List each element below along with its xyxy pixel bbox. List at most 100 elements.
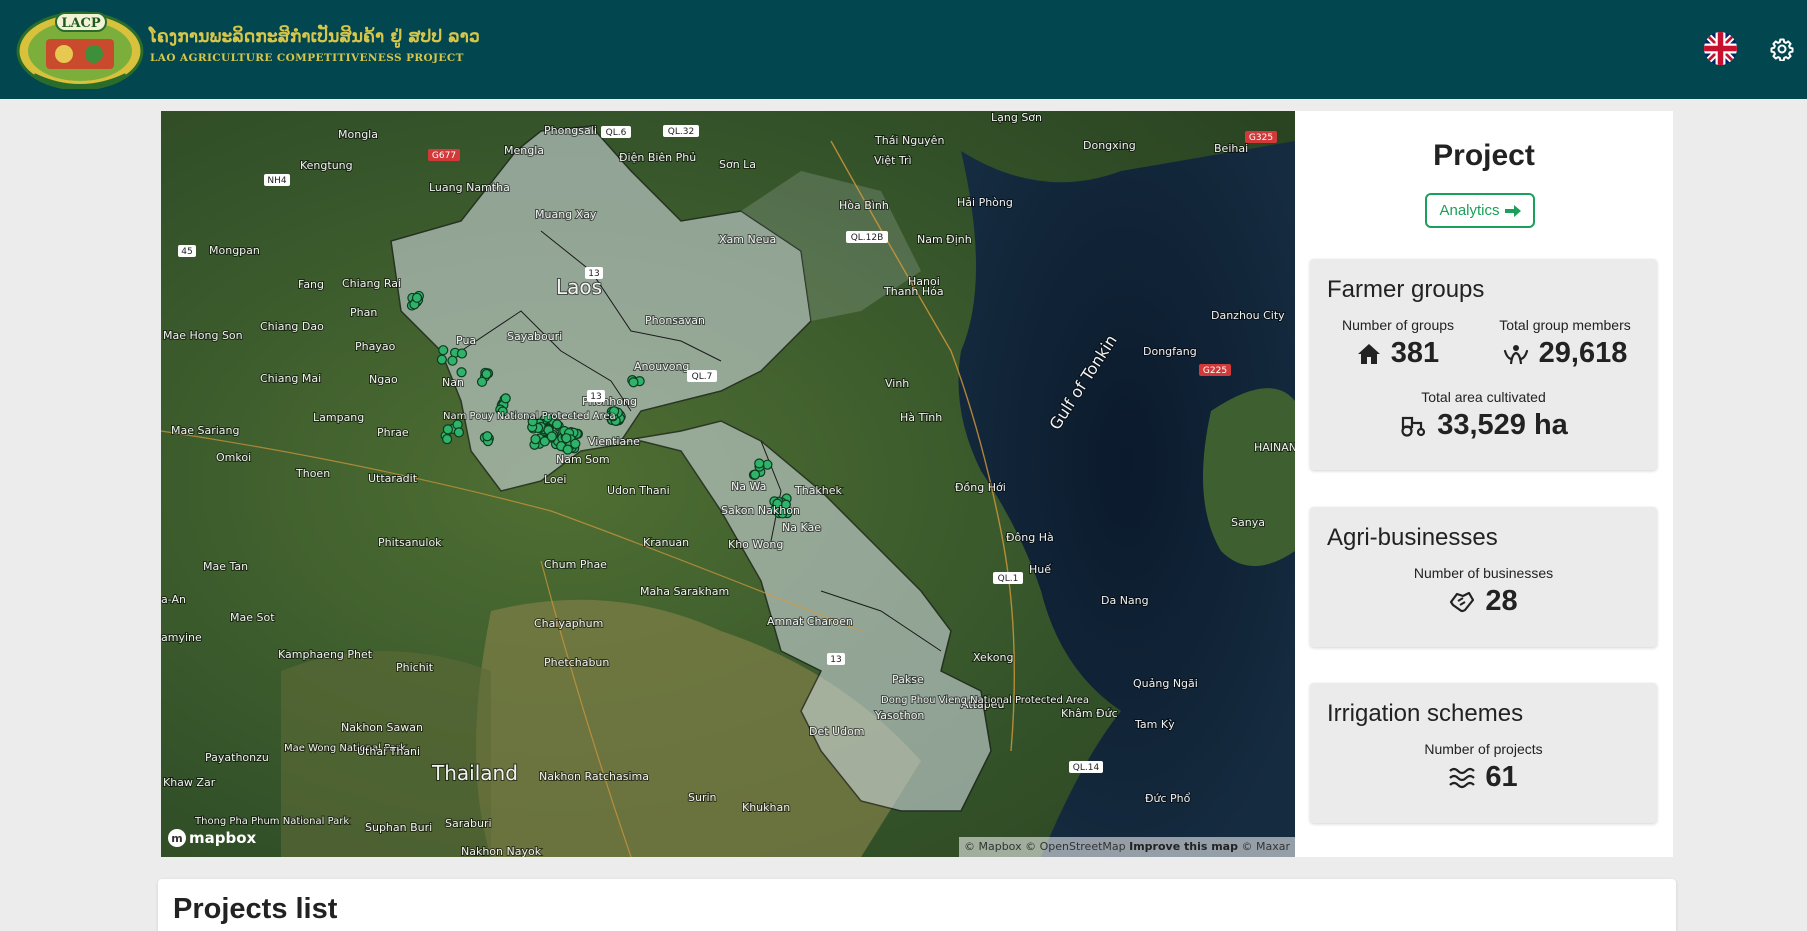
- svg-text:LACP: LACP: [61, 16, 101, 31]
- farmer-group-marker[interactable]: [447, 355, 458, 366]
- uk-flag-icon: [1704, 32, 1737, 65]
- map-label-chiang-dao: Chiang Dao: [260, 320, 324, 333]
- projects-list-title: Projects list: [173, 893, 338, 925]
- farmer-group-marker[interactable]: [749, 469, 761, 480]
- map-label-danzhou: Danzhou City: [1211, 309, 1285, 322]
- map-label-luang-namtha: Luang Namtha: [429, 181, 510, 194]
- mapbox-logo-text: mapbox: [189, 829, 257, 847]
- map-label-kranuan: Kranuan: [643, 536, 689, 549]
- map-label-hue: Huế: [1029, 563, 1051, 576]
- map-label-nam-som: Nam Som: [556, 453, 610, 466]
- farmer-group-marker[interactable]: [628, 377, 639, 388]
- farmer-group-marker[interactable]: [561, 433, 572, 444]
- settings-button[interactable]: [1770, 37, 1794, 62]
- map-label-hoa-binh: Hòa Bình: [839, 199, 889, 212]
- businesses-stat: Number of businesses 28: [1310, 565, 1657, 618]
- language-switch-button[interactable]: [1704, 32, 1737, 65]
- logo-lao-text: ໂຄງການພະລິດກະສິກຳເປັນສິນຄ້າ ຢູ່ ສປປ ລາວ: [149, 27, 480, 47]
- road-shield: G325: [1249, 133, 1273, 143]
- map-label-vinh: Vinh: [885, 377, 909, 390]
- farmer-group-marker[interactable]: [570, 438, 581, 449]
- analytics-button[interactable]: Analytics: [1425, 193, 1535, 228]
- map-label-dongfang: Dongfang: [1143, 345, 1197, 358]
- map-canvas[interactable]: Laos Thailand Gulf of Tonkin HAINAN Vien…: [161, 111, 1295, 857]
- map-label-phayao: Phayao: [355, 340, 396, 353]
- project-map[interactable]: Laos Thailand Gulf of Tonkin HAINAN Vien…: [161, 111, 1295, 857]
- farmer-group-marker[interactable]: [500, 393, 511, 404]
- road-shield: 13: [588, 269, 599, 279]
- farmer-groups-card: Farmer groups Number of groups 381 Total…: [1310, 259, 1657, 470]
- map-label-beihai: Beihai: [1214, 142, 1248, 155]
- farmer-group-marker[interactable]: [482, 431, 493, 442]
- people-group-icon: [1503, 344, 1528, 364]
- lacp-logo-emblem[interactable]: LACP: [16, 9, 144, 89]
- farmer-group-marker[interactable]: [411, 292, 423, 303]
- map-label-udon-thani: Udon Thani: [607, 484, 670, 497]
- farmer-group-marker[interactable]: [438, 345, 449, 356]
- farmer-group-marker[interactable]: [546, 431, 557, 442]
- map-label-nam-dinh: Nam Định: [917, 233, 972, 246]
- map-label-phonsavan: Phonsavan: [645, 314, 705, 327]
- farmer-group-marker[interactable]: [442, 424, 453, 435]
- map-label-sayabouri: Sayabouri: [507, 330, 562, 343]
- area-stat: Total area cultivated 33,529 ha: [1310, 389, 1657, 442]
- groups-value: 381: [1390, 337, 1440, 369]
- agri-businesses-card: Agri-businesses Number of businesses 28: [1310, 507, 1657, 647]
- map-label-xekong: Xekong: [973, 651, 1013, 664]
- map-label-dien-bien-phu: Điện Biên Phủ: [619, 151, 696, 164]
- groups-label: Number of groups: [1341, 317, 1455, 333]
- map-label-son-la: Sơn La: [719, 158, 756, 171]
- improve-map-link[interactable]: Improve this map: [1129, 840, 1238, 853]
- map-label-kham-duc: Khâm Đức: [1061, 707, 1118, 720]
- farmer-group-marker[interactable]: [456, 348, 468, 359]
- map-label-na-an: a-An: [161, 593, 186, 606]
- map-label-khukhan: Khukhan: [742, 801, 790, 814]
- handshake-icon: [1450, 591, 1475, 612]
- farmer-group-marker[interactable]: [754, 458, 765, 469]
- map-label-nakhon-nayok: Nakhon Nayok: [461, 845, 542, 857]
- map-label-phrae: Phrae: [377, 426, 409, 439]
- map-label-khaw-zar: Khaw Zar: [163, 776, 216, 789]
- road-shield: 45: [181, 247, 192, 257]
- attribution-maxar-link[interactable]: © Maxar: [1241, 840, 1290, 853]
- map-label-quang-ngai: Quảng Ngãi: [1133, 677, 1198, 690]
- map-label-yasothon: Yasothon: [874, 709, 924, 722]
- map-label-kamphaeng: Kamphaeng Phet: [278, 648, 373, 661]
- map-label-da-nang: Da Nang: [1101, 594, 1149, 607]
- groups-stat: Number of groups 381: [1323, 317, 1473, 370]
- map-label-mongpan: Mongpan: [209, 244, 260, 257]
- map-label-suphan-buri: Suphan Buri: [365, 821, 432, 834]
- road-shield: QL.14: [1073, 763, 1100, 773]
- map-label-chiang-mai: Chiang Mai: [260, 372, 321, 385]
- businesses-value: 28: [1485, 585, 1518, 617]
- farmer-group-marker[interactable]: [442, 434, 453, 445]
- mapbox-logo-icon: m: [168, 829, 186, 847]
- area-label: Total area cultivated: [1421, 389, 1546, 405]
- farmer-group-marker[interactable]: [530, 434, 541, 445]
- farmer-group-marker[interactable]: [481, 368, 492, 380]
- map-label-xam-neua: Xam Neua: [719, 233, 776, 246]
- map-label-thakhek: Thakhek: [794, 484, 843, 497]
- farmer-group-marker[interactable]: [436, 354, 447, 365]
- mapbox-logo[interactable]: m mapbox: [168, 827, 256, 849]
- map-label-thoen: Thoen: [295, 467, 330, 480]
- map-label-thai-nguyen: Thái Nguyên: [874, 134, 944, 147]
- map-label-viet-tri: Việt Trì: [874, 154, 912, 167]
- map-label-lang-son: Lạng Sơn: [991, 111, 1042, 124]
- road-shield: QL.6: [606, 128, 627, 138]
- map-label-surin: Surin: [688, 791, 717, 804]
- agri-businesses-title: Agri-businesses: [1327, 524, 1498, 551]
- project-stats-panel: Project Analytics Farmer groups Number o…: [1295, 111, 1673, 857]
- farmer-group-marker[interactable]: [453, 427, 464, 438]
- map-label-phan: Phan: [350, 306, 377, 319]
- map-label-chaiyaphum: Chaiyaphum: [534, 617, 603, 630]
- map-label-thong-pha: Thong Pha Phum National Park: [194, 816, 349, 827]
- map-label-mae-tan: Mae Tan: [203, 560, 248, 573]
- map-label-amnat-charoen: Amnat Charoen: [767, 615, 853, 628]
- attribution-osm-link[interactable]: © OpenStreetMap: [1025, 840, 1126, 853]
- map-label-thanh-hoa: Thanh Hóa: [883, 285, 944, 298]
- map-label-na-kae: Na Kae: [782, 521, 821, 534]
- road-shield: 13: [830, 655, 841, 665]
- map-label-mae-sariang: Mae Sariang: [171, 424, 240, 437]
- attribution-mapbox-link[interactable]: © Mapbox: [964, 840, 1022, 853]
